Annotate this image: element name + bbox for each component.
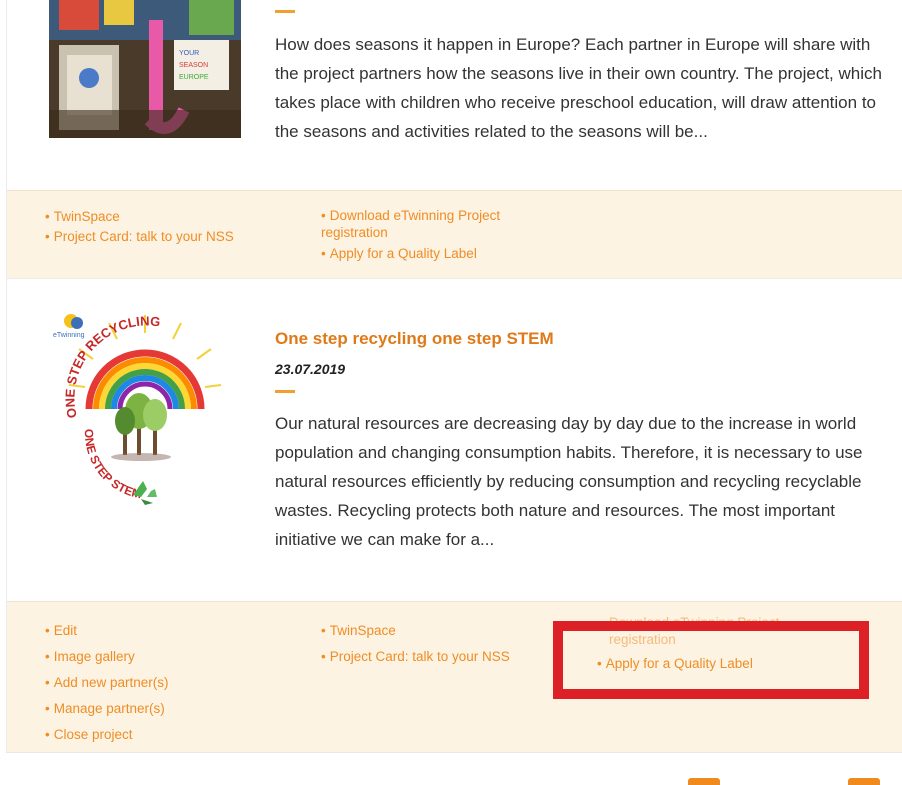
link-close-project[interactable]: • Close project [45, 722, 169, 748]
svg-text:SEASON: SEASON [179, 62, 208, 69]
project-actions-bar-1: • TwinSpace • Project Card: talk to your N… [7, 190, 902, 280]
project-date: 23.07.2019 [275, 361, 346, 377]
link-edit[interactable]: • Edit [45, 618, 169, 644]
actions-column-2: • Download eTwinning Project registration… [321, 207, 561, 264]
actions-column-1: • Edit • Image gallery • Add new partner(s)… [45, 618, 169, 748]
link-twinspace[interactable]: • TwinSpace [45, 207, 234, 227]
title-separator [275, 10, 295, 13]
link-image-gallery[interactable]: • Image gallery [45, 644, 169, 670]
project-title[interactable]: One step recycling one step STEM [275, 329, 554, 349]
pagination-strip [6, 752, 902, 785]
svg-text:YOUR: YOUR [179, 50, 199, 57]
highlight-annotation-box [553, 621, 869, 699]
project-description: How does seasons it happen in Europe? Ea… [275, 35, 882, 141]
actions-column-1: • TwinSpace • Project Card: talk to your N… [45, 207, 234, 247]
title-separator [275, 390, 295, 393]
project-logo[interactable]: eTwinning ONE STEP RECYCLING ONE STEP ST… [49, 309, 241, 509]
link-add-partner[interactable]: • Add new partner(s) [45, 670, 169, 696]
etwinning-badge-text: eTwinning [53, 332, 85, 339]
link-project-card[interactable]: • Project Card: talk to your NSS [45, 227, 234, 247]
project-thumbnail-1[interactable]: YOUR SEASON EUROPE [49, 0, 241, 138]
pager-prev-button[interactable] [688, 778, 720, 785]
link-apply-quality-label[interactable]: • Apply for a Quality Label [321, 244, 561, 264]
project-card-1: YOUR SEASON EUROPE How does seasons it h… [6, 0, 902, 280]
recycling-logo-image: eTwinning ONE STEP RECYCLING ONE STEP ST… [49, 309, 241, 509]
page: YOUR SEASON EUROPE How does seasons it h… [0, 0, 902, 785]
link-download-registration[interactable]: • Download eTwinning Project registration [321, 207, 561, 241]
actions-column-2: • TwinSpace • Project Card: talk to your N… [321, 618, 510, 670]
svg-text:EUROPE: EUROPE [179, 74, 209, 81]
project-description: Our natural resources are decreasing day… [275, 414, 863, 549]
pager-next-button[interactable] [848, 778, 880, 785]
link-twinspace[interactable]: • TwinSpace [321, 618, 510, 644]
link-manage-partners[interactable]: • Manage partner(s) [45, 696, 169, 722]
link-project-card[interactable]: • Project Card: talk to your NSS [321, 644, 510, 670]
project-photo-image: YOUR SEASON EUROPE [49, 0, 241, 138]
